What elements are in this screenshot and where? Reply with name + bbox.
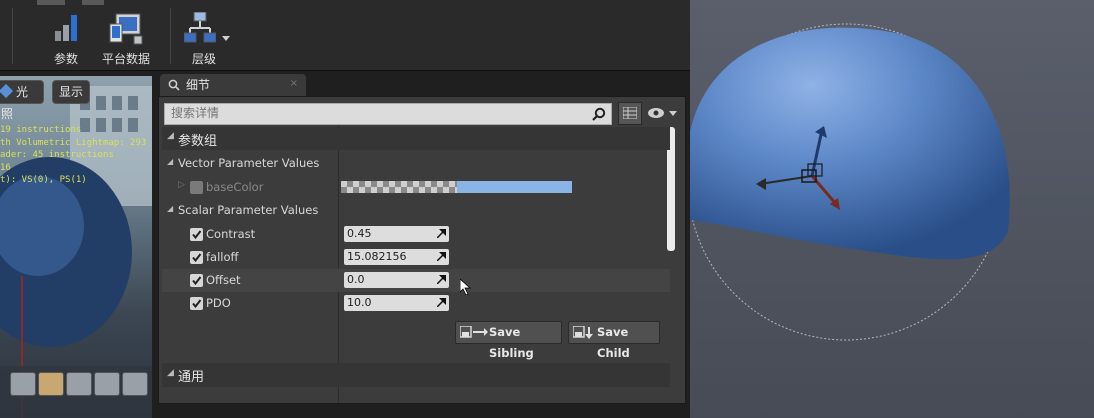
- scene-viewport[interactable]: [690, 0, 1094, 418]
- collapse-arrow-icon: ◢: [167, 368, 174, 378]
- parameters-icon: [55, 15, 77, 41]
- stat-line: 16: [0, 162, 11, 173]
- param-value-field[interactable]: 0.45: [344, 226, 449, 242]
- details-panel: ◢ 参数组 ◢ Vector Parameter Values ▷ baseCo…: [158, 96, 686, 404]
- property-matrix-button[interactable]: [618, 102, 642, 125]
- group-scalar-parameters[interactable]: ◢ Scalar Parameter Values: [162, 199, 670, 222]
- main-toolbar: 参数 平台数据 层级: [0, 0, 690, 71]
- param-value-field[interactable]: 0.0: [344, 272, 449, 288]
- parameters-button[interactable]: 参数: [46, 10, 86, 68]
- tab-details-label: 细节: [186, 78, 211, 92]
- drag-arrow-icon[interactable]: [437, 275, 446, 284]
- editor-window: 参数 平台数据 层级 光照 显示 19 instructions th Volu…: [0, 0, 690, 418]
- drag-arrow-icon[interactable]: [437, 298, 446, 307]
- stat-line: th Volumetric Lightmap: 293 ins: [0, 137, 152, 148]
- show-label: 显示: [59, 85, 84, 99]
- group-vector-parameters[interactable]: ◢ Vector Parameter Values: [162, 152, 670, 175]
- preview-cylinder-button[interactable]: [10, 372, 36, 396]
- parameters-label: 参数: [53, 52, 78, 66]
- stat-line: ader: 45 instructions: [0, 150, 114, 160]
- menu-item-remnant[interactable]: [37, 0, 65, 5]
- layers-label: 层级: [191, 52, 216, 66]
- preview-plane-button[interactable]: [66, 372, 92, 396]
- param-checkbox[interactable]: [190, 297, 203, 310]
- expand-arrow-icon[interactable]: ▷: [178, 180, 185, 190]
- category-parameter-group[interactable]: ◢ 参数组: [162, 127, 670, 150]
- param-name: Offset: [206, 273, 241, 287]
- category-label: 参数组: [178, 134, 218, 149]
- grid-icon: [623, 107, 637, 119]
- category-label: 通用: [178, 370, 205, 385]
- check-icon: [192, 253, 202, 263]
- shader-stats: 19 instructions th Volumetric Lightmap: 2…: [0, 124, 152, 187]
- layers-button[interactable]: 层级: [180, 10, 230, 68]
- category-general[interactable]: ◢ 通用: [162, 363, 670, 387]
- check-icon: [192, 230, 202, 240]
- param-checkbox[interactable]: [190, 251, 203, 264]
- search-icon[interactable]: [592, 107, 606, 121]
- drag-arrow-icon[interactable]: [437, 229, 446, 238]
- platform-data-button[interactable]: 平台数据: [98, 10, 154, 68]
- param-value: 0.0: [347, 273, 365, 286]
- param-value-field[interactable]: 15.082156: [344, 249, 449, 265]
- param-value: 15.082156: [347, 250, 407, 263]
- param-value: 10.0: [347, 296, 372, 309]
- save-sibling-icon: [460, 326, 488, 338]
- save-child-button[interactable]: Save Child: [568, 321, 660, 360]
- show-button[interactable]: 显示: [52, 80, 91, 104]
- param-checkbox[interactable]: [190, 181, 203, 194]
- scalar-param-row: Offset 0.0: [162, 269, 670, 295]
- eye-icon: [648, 108, 677, 118]
- search-input[interactable]: [165, 104, 587, 122]
- search-field[interactable]: [164, 103, 612, 125]
- save-sibling-button[interactable]: Save Sibling: [455, 321, 562, 360]
- vector-param-row: ▷ baseColor: [162, 176, 670, 199]
- collapse-arrow-icon: ◢: [167, 157, 174, 166]
- toolbar-separator: [170, 8, 171, 64]
- scalar-param-row: falloff 15.082156: [162, 246, 670, 269]
- param-name: baseColor: [206, 180, 264, 194]
- param-checkbox[interactable]: [190, 274, 203, 287]
- scene-render: [690, 23, 1010, 341]
- stat-line: t): VS(0), PS(1): [0, 175, 87, 185]
- collapse-arrow-icon: ◢: [167, 131, 174, 141]
- save-sibling-label: Save Sibling: [489, 325, 534, 360]
- param-value-field[interactable]: 10.0: [344, 295, 449, 311]
- platform-data-label: 平台数据: [101, 52, 150, 66]
- close-icon[interactable]: ×: [290, 73, 298, 95]
- check-icon: [192, 299, 202, 309]
- preview-mesh-button[interactable]: [122, 372, 148, 396]
- scalar-param-row: PDO 10.0: [162, 292, 670, 315]
- platform-data-icon: [109, 13, 143, 45]
- lit-mode-button[interactable]: 光照: [0, 80, 44, 121]
- param-name: falloff: [206, 250, 239, 264]
- drag-arrow-icon[interactable]: [437, 252, 446, 261]
- collapse-arrow-icon: ◢: [167, 204, 174, 213]
- view-options-button[interactable]: [647, 106, 679, 120]
- param-checkbox[interactable]: [190, 228, 203, 241]
- material-preview-viewport[interactable]: 光照 显示 19 instructions th Volumetric Light…: [0, 76, 152, 418]
- param-name: Contrast: [206, 227, 256, 241]
- chevron-down-icon[interactable]: [222, 36, 230, 42]
- tab-details[interactable]: 细节 ×: [160, 74, 306, 96]
- preview-sphere-button[interactable]: [38, 372, 64, 396]
- preview-cube-button[interactable]: [94, 372, 120, 396]
- stat-line: 19 instructions: [0, 125, 82, 135]
- scalar-param-row: Contrast 0.45: [162, 223, 670, 246]
- blue-sphere[interactable]: [690, 27, 1010, 260]
- check-icon: [192, 276, 202, 286]
- param-name: PDO: [206, 296, 231, 310]
- hierarchy-icon: [184, 12, 216, 43]
- search-icon: [168, 79, 180, 91]
- cube-icon: [0, 83, 14, 99]
- group-label: Scalar Parameter Values: [178, 203, 319, 217]
- color-alpha-preview[interactable]: [341, 181, 457, 193]
- group-label: Vector Parameter Values: [178, 156, 320, 170]
- toolbar-separator: [12, 8, 13, 64]
- param-value: 0.45: [347, 227, 372, 240]
- save-child-label: Save Child: [597, 325, 630, 360]
- menu-item-remnant[interactable]: [82, 0, 104, 5]
- color-swatch[interactable]: [457, 181, 572, 193]
- save-child-icon: [573, 326, 593, 339]
